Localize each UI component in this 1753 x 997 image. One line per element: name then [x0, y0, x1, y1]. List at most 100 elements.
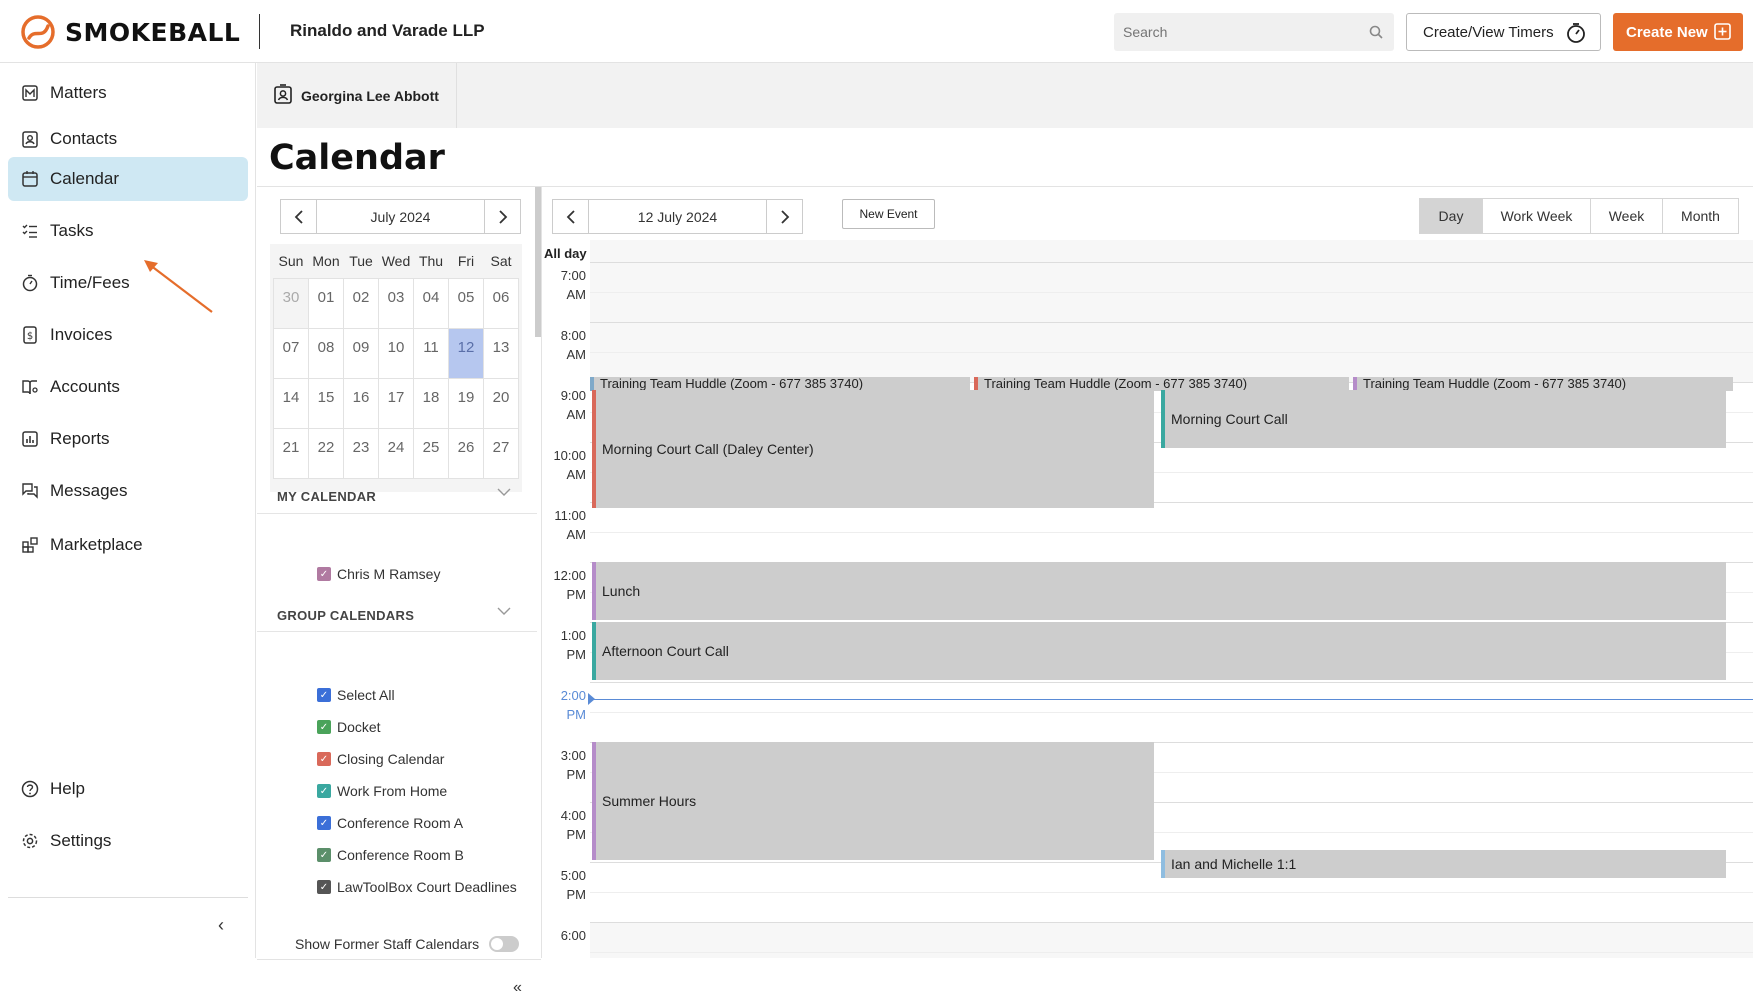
prev-day-button[interactable]: [553, 200, 588, 233]
next-day-button[interactable]: [767, 200, 802, 233]
mini-next-month-button[interactable]: [485, 200, 520, 233]
hour-row[interactable]: 7:00 AM: [542, 262, 1753, 322]
hour-row[interactable]: 2:00 PM: [542, 682, 1753, 742]
create-new-button[interactable]: Create New: [1613, 13, 1743, 51]
collapse-sidebar-button[interactable]: ‹: [218, 915, 224, 936]
mini-calendar-day[interactable]: 14: [273, 377, 309, 429]
mini-calendar-day[interactable]: 06: [483, 277, 519, 329]
group-calendar-item[interactable]: ✓ Conference Room B: [317, 847, 464, 863]
sidebar-item-marketplace[interactable]: Marketplace: [8, 523, 248, 567]
mini-calendar-day[interactable]: 01: [308, 277, 344, 329]
checkbox[interactable]: ✓: [317, 848, 331, 862]
hour-row[interactable]: 11:00 AM: [542, 502, 1753, 562]
chevron-down-icon[interactable]: [497, 605, 511, 619]
group-calendar-item[interactable]: ✓ Conference Room A: [317, 815, 463, 831]
sidebar-item-help[interactable]: Help: [8, 767, 248, 811]
mini-calendar-day[interactable]: 26: [448, 427, 484, 479]
create-view-timers-button[interactable]: Create/View Timers: [1406, 13, 1601, 51]
mini-calendar-day[interactable]: 27: [483, 427, 519, 479]
checkbox[interactable]: ✓: [317, 720, 331, 734]
mini-calendar-day[interactable]: 16: [343, 377, 379, 429]
group-calendar-item[interactable]: ✓ Work From Home: [317, 783, 447, 799]
calendar-event[interactable]: Ian and Michelle 1:1: [1161, 850, 1726, 878]
group-calendar-item[interactable]: ✓ Docket: [317, 719, 381, 735]
calendar-event[interactable]: Afternoon Court Call: [592, 622, 1726, 680]
mini-calendar-day[interactable]: 08: [308, 327, 344, 379]
mini-calendar-day[interactable]: 07: [273, 327, 309, 379]
calendar-event[interactable]: Morning Court Call (Daley Center): [592, 390, 1154, 508]
smokeball-logo[interactable]: SMOKEBALL: [19, 14, 240, 50]
group-calendar-item[interactable]: ✓ Select All: [317, 687, 395, 703]
calendar-event[interactable]: Training Team Huddle (Zoom - 677 385 374…: [974, 377, 1349, 391]
calendar-event[interactable]: Summer Hours: [592, 742, 1154, 860]
all-day-row[interactable]: [590, 240, 1753, 262]
sidebar-item-matters[interactable]: Matters: [8, 71, 248, 115]
search-input[interactable]: [1114, 13, 1354, 51]
event-title: Morning Court Call: [1171, 411, 1288, 427]
former-staff-toggle[interactable]: [489, 936, 520, 952]
calendar-event[interactable]: Training Team Huddle (Zoom - 677 385 374…: [590, 377, 970, 391]
mini-prev-month-button[interactable]: [281, 200, 316, 233]
view-tab-day[interactable]: Day: [1420, 199, 1482, 233]
hour-row[interactable]: 6:00: [542, 922, 1753, 958]
mini-calendar-day[interactable]: 03: [378, 277, 414, 329]
group-calendar-item[interactable]: ✓ Closing Calendar: [317, 751, 444, 767]
mini-calendar-day[interactable]: 02: [343, 277, 379, 329]
sidebar-item-messages[interactable]: Messages: [8, 469, 248, 513]
mini-calendar-day[interactable]: 25: [413, 427, 449, 479]
hour-row[interactable]: 8:00 AM: [542, 322, 1753, 382]
checkbox[interactable]: ✓: [317, 567, 331, 581]
mini-calendar-day[interactable]: 18: [413, 377, 449, 429]
mini-calendar-day[interactable]: 13: [483, 327, 519, 379]
sidebar-item-accounts[interactable]: Accounts: [8, 365, 248, 409]
contacts-icon: [20, 129, 40, 149]
sidebar-item-settings[interactable]: Settings: [8, 819, 248, 863]
tab-person[interactable]: Georgina Lee Abbott: [257, 63, 457, 128]
checkbox[interactable]: ✓: [317, 688, 331, 702]
mini-calendar-day[interactable]: 19: [448, 377, 484, 429]
mini-calendar-day[interactable]: 23: [343, 427, 379, 479]
current-date-label[interactable]: 12 July 2024: [588, 200, 767, 233]
view-tab-work-week[interactable]: Work Week: [1482, 199, 1590, 233]
search-box[interactable]: [1114, 13, 1394, 51]
mini-calendar-day[interactable]: 11: [413, 327, 449, 379]
former-staff-toggle-row[interactable]: Show Former Staff Calendars: [295, 936, 520, 952]
checkbox[interactable]: ✓: [317, 752, 331, 766]
mini-calendar-day[interactable]: 20: [483, 377, 519, 429]
group-calendar-item[interactable]: ✓ LawToolBox Court Deadlines: [317, 879, 517, 895]
mini-calendar-day[interactable]: 22: [308, 427, 344, 479]
search-icon[interactable]: [1369, 25, 1383, 44]
view-tab-month[interactable]: Month: [1662, 199, 1738, 233]
mini-month-label: July 2024: [316, 200, 485, 233]
calendar-event[interactable]: Morning Court Call: [1161, 390, 1726, 448]
sidebar-item-reports[interactable]: Reports: [8, 417, 248, 461]
mini-calendar-day[interactable]: 17: [378, 377, 414, 429]
mini-calendar-day[interactable]: 05: [448, 277, 484, 329]
calendar-event[interactable]: Training Team Huddle (Zoom - 677 385 374…: [1353, 377, 1733, 391]
chevron-down-icon[interactable]: [497, 486, 511, 500]
checkbox[interactable]: ✓: [317, 784, 331, 798]
mini-calendar-day[interactable]: 21: [273, 427, 309, 479]
calendar-event[interactable]: Lunch: [592, 562, 1726, 620]
mini-calendar-day[interactable]: 10: [378, 327, 414, 379]
mini-calendar-day[interactable]: 24: [378, 427, 414, 479]
collapse-panel-button[interactable]: «: [513, 979, 522, 997]
group-calendars-heading[interactable]: GROUP CALENDARS: [277, 608, 414, 623]
sidebar-item-invoices[interactable]: $ Invoices: [8, 313, 248, 357]
mini-calendar-day[interactable]: 12: [448, 327, 484, 379]
view-tab-week[interactable]: Week: [1590, 199, 1662, 233]
checkbox[interactable]: ✓: [317, 880, 331, 894]
checkbox[interactable]: ✓: [317, 816, 331, 830]
new-event-button[interactable]: New Event: [842, 199, 935, 229]
mini-calendar-day[interactable]: 04: [413, 277, 449, 329]
my-calendar-heading[interactable]: MY CALENDAR: [277, 489, 376, 504]
sidebar-item-contacts[interactable]: Contacts: [8, 117, 248, 161]
mini-calendar-day[interactable]: 09: [343, 327, 379, 379]
time-grid[interactable]: All day 7:00 AM 8:00 AM 9:00 AM 10:00 AM 11:00 AM…: [542, 240, 1753, 958]
sidebar-item-calendar[interactable]: Calendar: [8, 157, 248, 201]
mini-calendar-day[interactable]: 15: [308, 377, 344, 429]
my-calendar-item[interactable]: ✓ Chris M Ramsey: [317, 566, 440, 582]
sidebar-item-tasks[interactable]: Tasks: [8, 209, 248, 253]
event-title: Lunch: [602, 583, 641, 599]
mini-calendar-day[interactable]: 30: [273, 277, 309, 329]
